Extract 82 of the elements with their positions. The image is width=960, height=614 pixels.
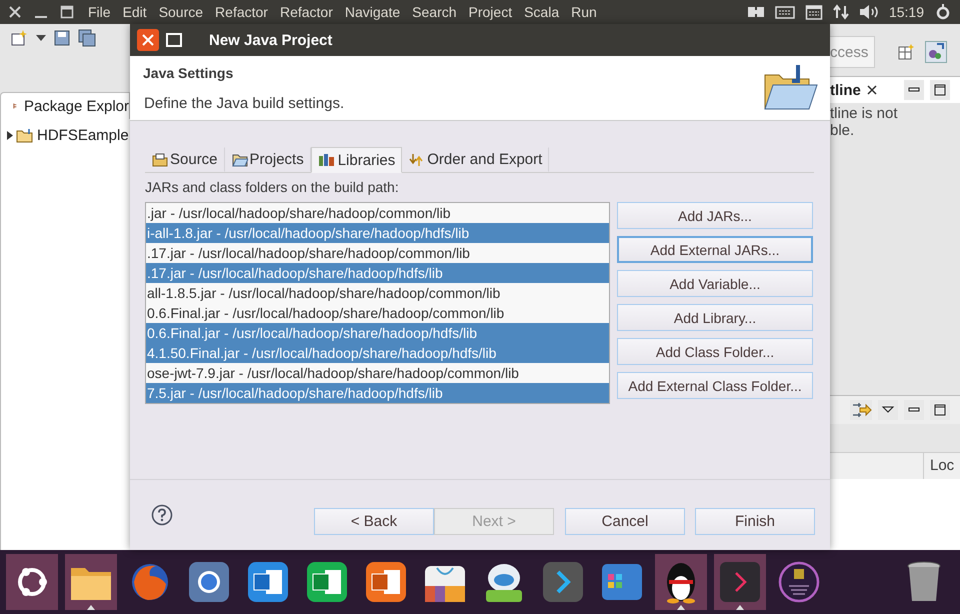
- volume-icon[interactable]: [858, 4, 879, 20]
- browser-icon: [187, 560, 231, 604]
- disc-icon: [777, 560, 821, 604]
- trash-icon: [906, 560, 942, 604]
- menu-item[interactable]: Refactor: [280, 4, 333, 20]
- tab[interactable]: Libraries: [310, 147, 402, 173]
- menu-item[interactable]: Navigate: [344, 4, 400, 20]
- launcher-item[interactable]: [655, 554, 707, 610]
- menu-item[interactable]: Scala: [524, 4, 560, 20]
- presentation-icon: [364, 560, 408, 604]
- plug-icon[interactable]: [746, 4, 765, 20]
- keyboard-icon[interactable]: [774, 4, 795, 20]
- add-button[interactable]: Add External Class Folder...: [617, 372, 813, 399]
- perspective-icon[interactable]: [925, 41, 947, 63]
- minimize-icon[interactable]: [904, 400, 924, 420]
- list-item[interactable]: ose-jwt-7.9.jar - /usr/local/hadoop/share/hadoop/common/lib: [146, 363, 609, 383]
- tab[interactable]: Projects: [224, 147, 311, 172]
- menu-item[interactable]: File: [88, 4, 111, 20]
- maximize-icon[interactable]: [930, 80, 950, 100]
- add-button[interactable]: Add Class Folder...: [617, 338, 813, 365]
- list-item[interactable]: .17.jar - /usr/local/hadoop/share/hadoop/hdfs/lib: [146, 263, 609, 283]
- save-icon[interactable]: [54, 30, 70, 46]
- spreadsheet-icon: [305, 560, 349, 604]
- tab[interactable]: Order and Export: [402, 147, 550, 172]
- wizard-button[interactable]: Cancel: [565, 508, 685, 534]
- list-label: JARs and class folders on the build path:: [145, 179, 400, 195]
- add-button[interactable]: Add Variable...: [617, 270, 813, 297]
- list-item[interactable]: 0.6.Final.jar - /usr/local/hadoop/share/hadoop/common/lib: [146, 303, 609, 323]
- menu-item[interactable]: Refactor: [215, 4, 268, 20]
- outline-message: ble.: [830, 122, 856, 139]
- quick-access-field[interactable]: ccess: [830, 36, 875, 68]
- new-file-icon[interactable]: [10, 29, 28, 47]
- list-item[interactable]: 4.1.50.Final.jar - /usr/local/hadoop/share/hadoop/hdfs/lib: [146, 343, 609, 363]
- network-arrows-icon[interactable]: [832, 4, 849, 20]
- menu-item[interactable]: Run: [571, 4, 597, 20]
- expand-arrow-icon[interactable]: [7, 131, 13, 140]
- add-button[interactable]: Add JARs...: [617, 202, 813, 229]
- launcher-item[interactable]: [6, 554, 58, 610]
- list-item[interactable]: 7.5.jar - /usr/local/hadoop/share/hadoop/hdfs/lib: [146, 383, 609, 403]
- running-indicator-icon: [736, 605, 744, 610]
- chevron-icon: [541, 560, 585, 604]
- tab[interactable]: Source: [145, 147, 225, 172]
- list-item[interactable]: 0.6.Final.jar - /usr/local/hadoop/share/hadoop/hdfs/lib: [146, 323, 609, 343]
- wizard-button[interactable]: Finish: [695, 508, 815, 534]
- list-item[interactable]: .17.jar - /usr/local/hadoop/share/hadoop/common/lib: [146, 243, 609, 263]
- clock[interactable]: 15:19: [888, 4, 924, 20]
- document-icon: [246, 560, 290, 604]
- calendar-icon[interactable]: [804, 3, 823, 21]
- terminal-icon: [718, 560, 762, 604]
- menu-item[interactable]: Search: [412, 4, 457, 20]
- close-icon[interactable]: [866, 85, 877, 95]
- source-folder-icon: [152, 152, 168, 166]
- maximize-icon[interactable]: [60, 5, 74, 19]
- add-button[interactable]: Add Library...: [617, 304, 813, 331]
- wizard-button[interactable]: < Back: [314, 508, 434, 534]
- help-icon[interactable]: [151, 504, 173, 526]
- running-indicator-icon: [87, 605, 95, 610]
- page-description: Define the Java build settings.: [143, 94, 346, 112]
- save-all-icon[interactable]: [78, 29, 96, 47]
- running-indicator-icon: [677, 605, 685, 610]
- page-title: Java Settings: [143, 64, 234, 80]
- dropdown-caret-icon[interactable]: [36, 35, 46, 41]
- view-menu-icon[interactable]: [878, 400, 898, 420]
- maximize-icon[interactable]: [930, 400, 950, 420]
- outline-message: tline is not: [830, 105, 899, 122]
- list-item[interactable]: .jar - /usr/local/hadoop/share/hadoop/common/lib: [146, 203, 609, 223]
- books-icon: [318, 153, 336, 167]
- settings-icon[interactable]: [934, 3, 952, 21]
- list-item[interactable]: i-all-1.8.jar - /usr/local/hadoop/share/hadoop/hdfs/lib: [146, 223, 609, 243]
- open-folder-icon: [232, 152, 248, 166]
- add-button[interactable]: Add External JARs...: [617, 236, 813, 263]
- list-item[interactable]: all-1.8.5.jar - /usr/local/hadoop/share/hadoop/common/lib: [146, 283, 609, 303]
- tree-item[interactable]: HDFSEample: [37, 127, 129, 144]
- minimize-icon[interactable]: [904, 80, 924, 100]
- menu-item[interactable]: Project: [468, 4, 512, 20]
- up-down-arrows-icon: [409, 152, 426, 166]
- project-folder-icon: [16, 128, 34, 142]
- view-title[interactable]: tline: [830, 82, 861, 98]
- dialog-title: New Java Project: [209, 32, 332, 48]
- open-perspective-icon[interactable]: [897, 43, 915, 61]
- menu-item[interactable]: Edit: [122, 4, 147, 20]
- menu-item[interactable]: Source: [158, 4, 204, 20]
